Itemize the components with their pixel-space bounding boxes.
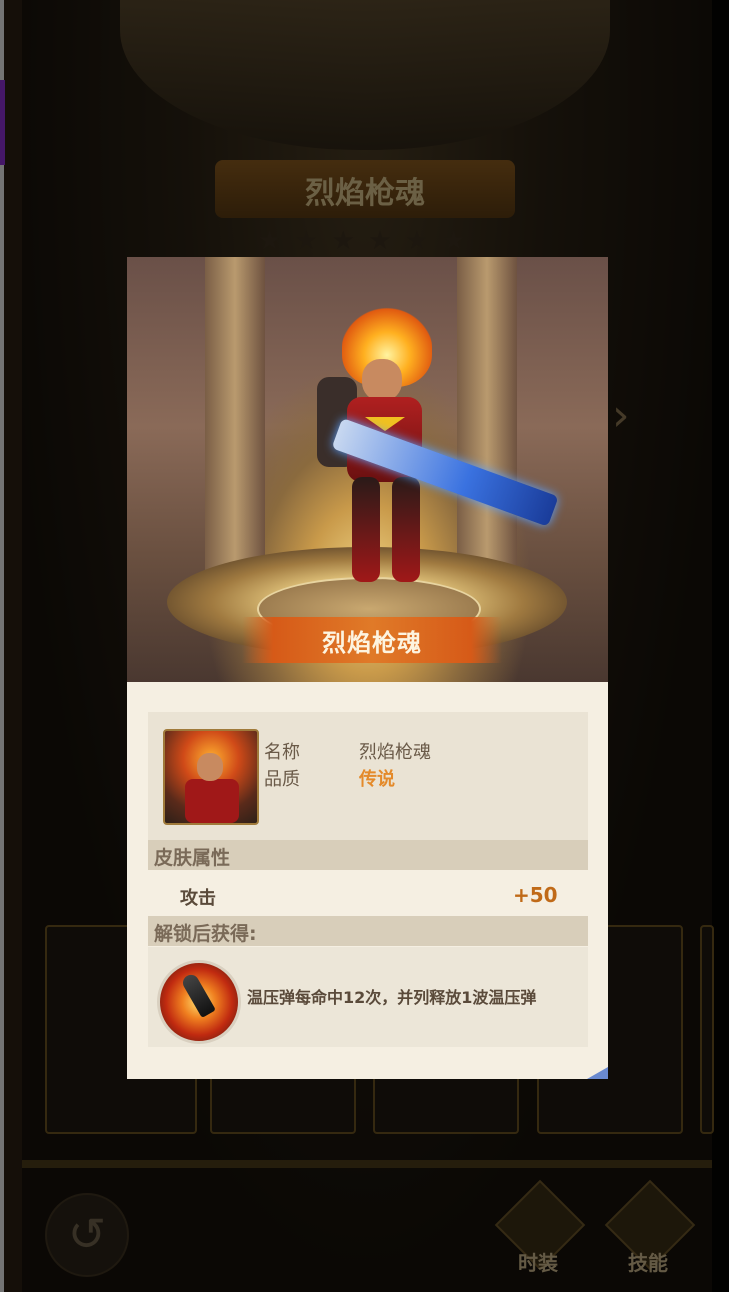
thermobaric-bullet-icon <box>157 960 241 1044</box>
attribute-value: +50 <box>513 883 558 907</box>
corner-decoration <box>587 1067 608 1079</box>
quality-label: 品质 <box>264 769 300 790</box>
unlock-title: 解锁后获得: <box>154 923 257 945</box>
skin-portrait <box>163 729 259 825</box>
hero-name-banner-text: 烈焰枪魂 <box>322 629 422 657</box>
perk-description: 温压弹每命中12次，并列释放1波温压弹 <box>247 988 537 1007</box>
name-label: 名称 <box>264 742 300 763</box>
skin-detail-modal: 烈焰枪魂 名称 烈焰枪魂 品质 传说 皮肤属性 攻击 +50 解锁后获得: 温压… <box>127 257 608 1079</box>
attributes-title: 皮肤属性 <box>154 847 231 869</box>
hero-leg <box>392 477 420 582</box>
name-value: 烈焰枪魂 <box>359 742 431 763</box>
hero-head <box>362 359 402 401</box>
hero-leg <box>352 477 380 582</box>
attribute-name: 攻击 <box>180 888 216 909</box>
quality-value: 传说 <box>359 769 395 790</box>
pillar <box>205 257 265 587</box>
